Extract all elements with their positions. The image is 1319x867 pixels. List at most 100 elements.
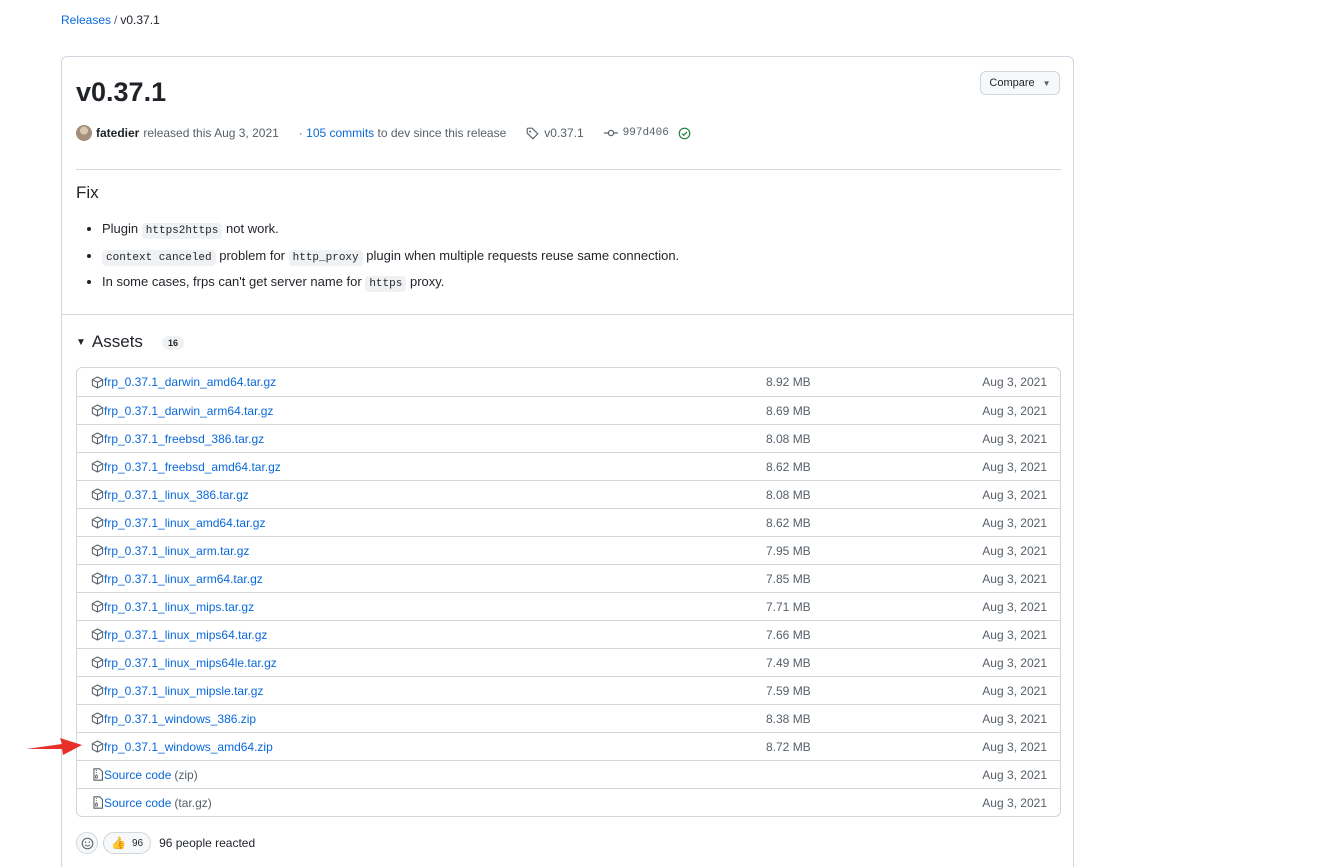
add-reaction-button[interactable] (76, 832, 98, 854)
package-icon (91, 600, 104, 613)
asset-download-link[interactable]: frp_0.37.1_linux_amd64.tar.gz (104, 516, 265, 530)
list-item: frp_0.37.1_freebsd_amd64.tar.gz 8.62 MB Au… (77, 452, 1060, 480)
release-notes-list: Plugin https2https not work. context can… (76, 217, 679, 297)
thumbs-up-reaction-button[interactable]: 👍 96 (103, 832, 152, 854)
source-format: (tar.gz) (174, 795, 212, 810)
release-title[interactable]: v0.37.1 (76, 77, 166, 108)
asset-date: Aug 3, 2021 (982, 431, 1047, 446)
package-icon (91, 712, 104, 725)
released-text: released this Aug 3, 2021 (143, 126, 279, 140)
asset-download-link[interactable]: frp_0.37.1_darwin_amd64.tar.gz (104, 375, 276, 389)
source-format: (zip) (174, 767, 198, 782)
release-card: v0.37.1 Compare ▼ fatedier released this… (61, 56, 1074, 867)
package-icon (91, 544, 104, 557)
assets-divider (62, 314, 1073, 315)
commit-link[interactable]: 997d406 (603, 127, 691, 140)
asset-date: Aug 3, 2021 (982, 683, 1047, 698)
package-icon (91, 488, 104, 501)
asset-download-link[interactable]: frp_0.37.1_darwin_arm64.tar.gz (104, 404, 273, 418)
commits-suffix: to dev since this release (377, 126, 507, 140)
commit-sha: 997d406 (622, 127, 669, 139)
asset-download-link[interactable]: frp_0.37.1_freebsd_386.tar.gz (104, 432, 264, 446)
reactions-summary: 96 people reacted (159, 836, 256, 850)
asset-download-link[interactable]: Source code (104, 768, 171, 782)
assets-list: frp_0.37.1_darwin_amd64.tar.gz 8.92 MB Aug… (76, 367, 1061, 817)
asset-download-link[interactable]: frp_0.37.1_freebsd_amd64.tar.gz (104, 460, 281, 474)
tag-link[interactable]: v0.37.1 (526, 126, 584, 140)
note-text: not work. (226, 221, 279, 236)
package-icon (91, 684, 104, 697)
asset-download-link[interactable]: frp_0.37.1_windows_386.zip (104, 712, 256, 726)
asset-date: Aug 3, 2021 (982, 459, 1047, 474)
asset-date: Aug 3, 2021 (982, 711, 1047, 726)
asset-size: 8.08 MB (766, 431, 811, 446)
list-item: frp_0.37.1_linux_arm.tar.gz 7.95 MB Aug 3,… (77, 536, 1060, 564)
list-item: frp_0.37.1_darwin_arm64.tar.gz 8.69 MB Aug… (77, 396, 1060, 424)
assets-label: Assets (91, 332, 143, 351)
list-item: frp_0.37.1_linux_mips64le.tar.gz 7.49 MB A… (77, 648, 1060, 676)
asset-download-link[interactable]: frp_0.37.1_windows_amd64.zip (104, 740, 273, 754)
note-text: In some cases, frps can't get server nam… (102, 274, 362, 289)
asset-date: Aug 3, 2021 (982, 599, 1047, 614)
asset-size: 7.49 MB (766, 655, 811, 670)
assets-toggle[interactable]: ▼ Assets 16 (76, 332, 184, 352)
section-divider (76, 169, 1061, 170)
asset-download-link[interactable]: frp_0.37.1_linux_mips64le.tar.gz (104, 656, 277, 670)
package-icon (91, 432, 104, 445)
asset-download-link[interactable]: frp_0.37.1_linux_386.tar.gz (104, 488, 249, 502)
package-icon (91, 740, 104, 753)
commits-info: · 105 commits to dev since this release (299, 126, 506, 140)
asset-size: 8.62 MB (766, 515, 811, 530)
release-meta: fatedier released this Aug 3, 2021 · 105… (76, 125, 691, 141)
file-zip-icon (91, 796, 104, 809)
asset-download-link[interactable]: frp_0.37.1_linux_arm.tar.gz (104, 544, 249, 558)
asset-size: 7.71 MB (766, 599, 811, 614)
asset-download-link[interactable]: frp_0.37.1_linux_mipsle.tar.gz (104, 684, 263, 698)
asset-size: 7.85 MB (766, 571, 811, 586)
asset-date: Aug 3, 2021 (982, 739, 1047, 754)
asset-date: Aug 3, 2021 (982, 543, 1047, 558)
assets-count-badge: 16 (161, 336, 184, 350)
thumbs-up-icon: 👍 (111, 836, 126, 850)
note-text: proxy. (409, 274, 445, 289)
avatar[interactable] (76, 125, 92, 141)
breadcrumb-releases-link[interactable]: Releases (61, 13, 111, 27)
list-item: frp_0.37.1_linux_mips.tar.gz 7.71 MB Aug 3… (77, 592, 1060, 620)
file-zip-icon (91, 768, 104, 781)
annotation-arrow (26, 738, 82, 755)
notes-heading: Fix (76, 183, 99, 202)
asset-size: 8.72 MB (766, 739, 811, 754)
asset-date: Aug 3, 2021 (982, 627, 1047, 642)
asset-download-link[interactable]: Source code (104, 796, 171, 810)
tag-label: v0.37.1 (544, 126, 584, 140)
list-item: frp_0.37.1_darwin_amd64.tar.gz 8.92 MB Aug… (77, 368, 1060, 396)
asset-date: Aug 3, 2021 (982, 487, 1047, 502)
package-icon (91, 404, 104, 417)
compare-button[interactable]: Compare ▼ (980, 71, 1060, 95)
asset-download-link[interactable]: frp_0.37.1_linux_mips64.tar.gz (104, 628, 267, 642)
asset-size: 7.59 MB (766, 683, 811, 698)
list-item: frp_0.37.1_linux_386.tar.gz 8.08 MB Aug 3,… (77, 480, 1060, 508)
asset-date: Aug 3, 2021 (982, 655, 1047, 670)
list-item: frp_0.37.1_windows_386.zip 8.38 MB Aug 3, … (77, 704, 1060, 732)
asset-date: Aug 3, 2021 (982, 375, 1047, 389)
check-circle-icon (678, 127, 691, 139)
asset-size: 7.95 MB (766, 543, 811, 558)
commits-prefix: · (298, 126, 303, 140)
package-icon (91, 572, 104, 585)
asset-size: 8.69 MB (766, 403, 811, 418)
inline-code: https (365, 276, 407, 292)
asset-download-link[interactable]: frp_0.37.1_linux_arm64.tar.gz (104, 572, 263, 586)
list-item: Source code (tar.gz) Aug 3, 2021 (77, 788, 1060, 816)
author-link[interactable]: fatedier (96, 126, 139, 140)
inline-code: context canceled (102, 249, 216, 266)
breadcrumb-current: v0.37.1 (120, 13, 160, 27)
package-icon (91, 460, 104, 473)
asset-size: 8.38 MB (766, 711, 811, 726)
asset-download-link[interactable]: frp_0.37.1_linux_mips.tar.gz (104, 600, 254, 614)
smiley-icon (81, 837, 93, 849)
reaction-count: 96 (131, 837, 144, 849)
commits-link[interactable]: 105 commits (306, 126, 374, 140)
asset-size: 8.08 MB (766, 487, 811, 502)
list-item: frp_0.37.1_windows_amd64.zip 8.72 MB Aug 3… (77, 732, 1060, 760)
